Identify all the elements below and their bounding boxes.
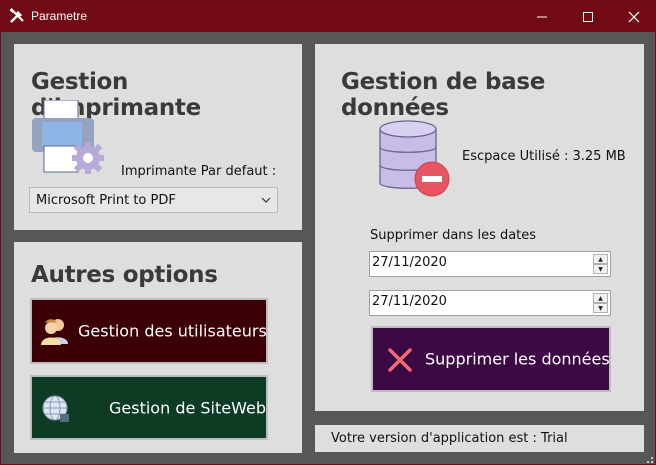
users-icon xyxy=(40,316,70,350)
status-bar: Votre version d'application est : Trial xyxy=(315,425,644,452)
spin-down-icon[interactable]: ▼ xyxy=(593,264,608,274)
delete-data-button[interactable]: Supprimer les données xyxy=(371,326,611,392)
options-panel: Autres options Gestion des utilisateurs xyxy=(14,242,302,453)
parametre-window: Parametre Gestion d'imprimante Imprimant… xyxy=(0,0,656,465)
date-to-spinner[interactable]: ▲ ▼ xyxy=(593,293,608,313)
date-from-value: 27/11/2020 xyxy=(372,255,447,270)
title-bar[interactable]: Parametre xyxy=(1,1,656,32)
database-panel: Gestion de base données Escpace Utilisé … xyxy=(315,44,644,411)
date-to-value: 27/11/2020 xyxy=(372,294,447,309)
date-from-spinner[interactable]: ▲ ▼ xyxy=(593,254,608,274)
minimize-button[interactable] xyxy=(519,1,565,32)
printer-gear-icon xyxy=(30,99,110,178)
database-heading: Gestion de base données xyxy=(341,69,546,121)
space-used-label: Escpace Utilisé : 3.25 MB xyxy=(462,149,626,164)
globe-icon xyxy=(41,394,71,428)
users-button-label: Gestion des utilisateurs xyxy=(78,321,267,341)
delete-dates-label: Supprimer dans les dates xyxy=(370,228,537,243)
minimize-icon xyxy=(537,16,547,17)
window-title: Parametre xyxy=(31,9,88,23)
website-button-label: Gestion de SiteWeb xyxy=(109,398,266,417)
printer-panel: Gestion d'imprimante Imprimante Par defa… xyxy=(14,44,302,230)
version-text: Votre version d'application est : Trial xyxy=(331,431,568,446)
date-from-picker[interactable]: 27/11/2020 ▲ ▼ xyxy=(369,251,611,277)
chevron-down-icon xyxy=(261,197,271,203)
default-printer-label: Imprimante Par defaut : xyxy=(121,164,277,179)
website-button[interactable]: Gestion de SiteWeb xyxy=(30,375,268,440)
options-heading: Autres options xyxy=(31,262,218,288)
date-to-picker[interactable]: 27/11/2020 ▲ ▼ xyxy=(369,290,611,316)
users-button[interactable]: Gestion des utilisateurs xyxy=(30,298,268,364)
delete-data-button-label: Supprimer les données xyxy=(425,349,610,369)
tools-icon xyxy=(9,8,25,24)
printer-select-value: Microsoft Print to PDF xyxy=(36,192,176,208)
delete-x-icon xyxy=(387,347,413,377)
database-remove-icon xyxy=(378,119,452,199)
spin-up-icon[interactable]: ▲ xyxy=(593,254,608,264)
printer-select[interactable]: Microsoft Print to PDF xyxy=(29,187,278,213)
maximize-icon xyxy=(583,11,593,22)
resize-grip-icon[interactable] xyxy=(643,452,653,463)
spin-up-icon[interactable]: ▲ xyxy=(593,293,608,303)
close-icon xyxy=(628,11,640,22)
maximize-button[interactable] xyxy=(565,1,611,32)
spin-down-icon[interactable]: ▼ xyxy=(593,303,608,313)
close-button[interactable] xyxy=(611,1,656,32)
